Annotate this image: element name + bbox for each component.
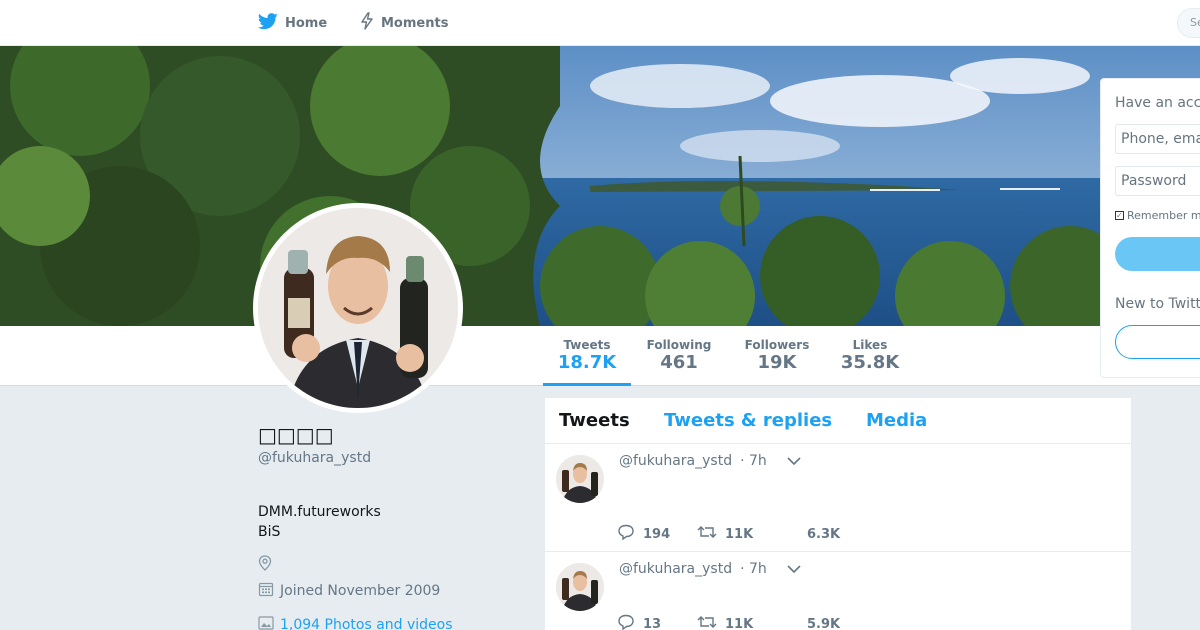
tweet-header: @fukuhara_ystd · 7h	[619, 561, 801, 577]
stat-label: Likes	[852, 338, 888, 352]
profile-banner	[0, 46, 1200, 326]
photos-videos-label: 1,094 Photos and videos	[280, 617, 453, 630]
tweet-time[interactable]: · 7h	[740, 561, 767, 577]
tab-tweets-replies[interactable]: Tweets & replies	[664, 410, 832, 431]
retweet-count: 11K	[725, 526, 754, 542]
tweet-avatar[interactable]	[556, 563, 604, 611]
like-count: 5.9K	[807, 616, 841, 630]
like-button[interactable]: 6.3K	[807, 527, 840, 542]
tab-media[interactable]: Media	[866, 410, 927, 431]
tweet-handle[interactable]: @fukuhara_ystd	[619, 561, 732, 577]
stat-value: 35.8K	[840, 352, 900, 373]
remember-checkbox[interactable]: ✓	[1115, 211, 1124, 220]
profile-avatar[interactable]	[253, 203, 463, 413]
chevron-down-icon[interactable]	[787, 453, 801, 469]
tab-tweets[interactable]: Tweets	[559, 410, 630, 431]
stat-value: 18.7K	[557, 352, 617, 373]
tweet-handle[interactable]: @fukuhara_ystd	[619, 453, 732, 469]
remember-label: Remember me	[1127, 209, 1200, 222]
retweet-button[interactable]: 11K	[697, 524, 807, 544]
login-title: Have an account?	[1115, 95, 1200, 111]
stat-label: Following	[646, 338, 712, 352]
photos-videos-link[interactable]: 1,094 Photos and videos	[258, 616, 453, 630]
retweet-icon	[697, 614, 717, 630]
tweet-time[interactable]: · 7h	[740, 453, 767, 469]
login-panel: Have an account? Phone, email or usernam…	[1100, 78, 1200, 378]
location-pin-icon	[258, 555, 272, 575]
new-to-twitter: New to Twitter?	[1115, 296, 1200, 312]
tweet-actions: 194 11K 6.3K	[617, 524, 840, 544]
profile-display-name: □□□□	[258, 423, 334, 447]
profile-nav-bar: Tweets 18.7K Following 461 Followers 19K…	[0, 326, 1200, 386]
retweet-count: 11K	[725, 616, 754, 630]
search-input[interactable]: Se	[1177, 8, 1200, 38]
image-icon	[258, 616, 274, 630]
stat-followers[interactable]: Followers 19K	[740, 326, 814, 386]
nav-moments[interactable]: Moments	[360, 0, 448, 46]
phone-email-input[interactable]: Phone, email or username	[1115, 124, 1200, 154]
like-button[interactable]: 5.9K	[807, 617, 840, 630]
bio-line: BiS	[258, 524, 281, 540]
profile-handle[interactable]: @fukuhara_ystd	[258, 450, 371, 466]
timeline-tabs: Tweets Tweets & replies Media	[545, 398, 1131, 444]
reply-icon	[617, 524, 635, 544]
calendar-icon	[258, 581, 274, 601]
like-count: 6.3K	[807, 526, 841, 542]
top-navigation: Home Moments Se	[0, 0, 1200, 46]
twitter-bird-icon	[257, 12, 278, 34]
tweet-avatar[interactable]	[556, 455, 604, 503]
tweet-item[interactable]: @fukuhara_ystd · 7h 194 11K 6.3K	[545, 444, 1131, 552]
reply-button[interactable]: 194	[617, 524, 697, 544]
profile-location	[258, 555, 272, 575]
stat-tweets[interactable]: Tweets 18.7K	[543, 326, 631, 386]
signup-button[interactable]	[1115, 325, 1200, 359]
tweet-item[interactable]: @fukuhara_ystd · 7h 13 11K 5.9K	[545, 552, 1131, 630]
nav-home[interactable]: Home	[257, 0, 328, 46]
chevron-down-icon[interactable]	[787, 561, 801, 577]
nav-home-label: Home	[285, 15, 328, 31]
stat-label: Tweets	[563, 338, 611, 352]
stat-likes[interactable]: Likes 35.8K	[836, 326, 904, 386]
reply-count: 13	[643, 616, 662, 630]
login-button[interactable]	[1115, 237, 1200, 271]
reply-count: 194	[643, 526, 671, 542]
reply-button[interactable]: 13	[617, 614, 697, 630]
bio-line: DMM.futureworks	[258, 504, 381, 520]
stat-following[interactable]: Following 461	[641, 326, 717, 386]
profile-bio: DMM.futureworks BiS	[258, 502, 381, 542]
stat-value: 461	[660, 352, 698, 373]
timeline: Tweets Tweets & replies Media @fukuhara_…	[544, 397, 1132, 630]
password-input[interactable]: Password	[1115, 166, 1200, 196]
retweet-icon	[697, 524, 717, 544]
lightning-icon	[360, 12, 374, 34]
tweet-actions: 13 11K 5.9K	[617, 614, 840, 630]
stat-value: 19K	[757, 352, 797, 373]
stat-label: Followers	[744, 338, 810, 352]
nav-moments-label: Moments	[381, 15, 449, 31]
profile-joined: Joined November 2009	[258, 581, 440, 601]
retweet-button[interactable]: 11K	[697, 614, 807, 630]
joined-text: Joined November 2009	[280, 583, 441, 599]
reply-icon	[617, 614, 635, 630]
remember-me[interactable]: ✓ Remember me	[1115, 209, 1200, 222]
tweet-header: @fukuhara_ystd · 7h	[619, 453, 801, 469]
